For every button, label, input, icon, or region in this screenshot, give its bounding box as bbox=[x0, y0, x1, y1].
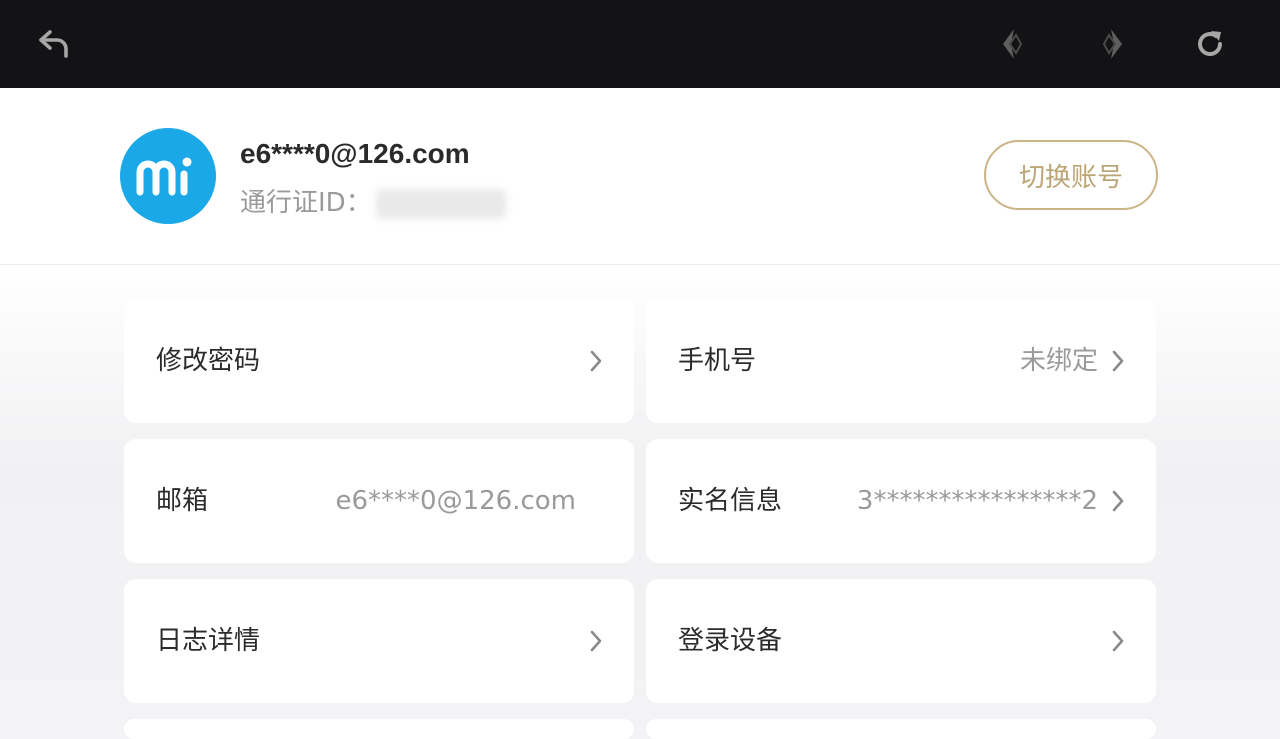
refresh-button[interactable] bbox=[1188, 22, 1232, 66]
passport-id: 通行证ID： bbox=[240, 182, 506, 219]
login-devices-label: 登录设备 bbox=[678, 626, 783, 656]
back-button[interactable] bbox=[33, 22, 77, 66]
change-password-card[interactable]: 修改密码 bbox=[124, 299, 634, 423]
real-name-value: 3****************2 bbox=[856, 486, 1098, 516]
passport-id-redacted bbox=[375, 188, 506, 219]
mi-logo-icon bbox=[136, 157, 192, 196]
chevron-right-icon bbox=[590, 630, 602, 652]
log-details-card[interactable]: 日志详情 bbox=[124, 579, 634, 703]
chevron-right-icon bbox=[590, 350, 602, 372]
refresh-icon bbox=[1198, 31, 1222, 56]
next-diamond-icon bbox=[1102, 29, 1122, 59]
real-name-card[interactable]: 实名信息 3****************2 bbox=[646, 439, 1156, 563]
prev-button[interactable] bbox=[992, 22, 1036, 66]
back-arrow-icon bbox=[39, 30, 68, 58]
next-button[interactable] bbox=[1089, 22, 1133, 66]
email-label: 邮箱 bbox=[156, 486, 209, 516]
phone-label: 手机号 bbox=[678, 346, 757, 376]
top-toolbar bbox=[0, 0, 1280, 88]
avatar bbox=[120, 128, 216, 224]
email-card[interactable]: 邮箱 e6****0@126.com bbox=[124, 439, 634, 563]
next-card-partial[interactable] bbox=[124, 719, 634, 739]
passport-label: 通行证ID： bbox=[240, 188, 372, 218]
login-devices-card[interactable]: 登录设备 bbox=[646, 579, 1156, 703]
prev-diamond-icon bbox=[1003, 29, 1023, 59]
phone-card[interactable]: 手机号 未绑定 bbox=[646, 299, 1156, 423]
account-email: e6****0@126.com bbox=[240, 138, 470, 169]
phone-value: 未绑定 bbox=[1019, 346, 1098, 376]
next-card-partial[interactable] bbox=[646, 719, 1156, 739]
chevron-right-icon bbox=[1112, 630, 1124, 652]
real-name-label: 实名信息 bbox=[678, 486, 783, 516]
switch-account-button[interactable]: 切换账号 bbox=[984, 140, 1158, 210]
chevron-right-icon bbox=[1112, 350, 1124, 372]
log-details-label: 日志详情 bbox=[156, 626, 261, 656]
account-header: e6****0@126.com 通行证ID： 切换账号 bbox=[0, 88, 1280, 265]
chevron-right-icon bbox=[1112, 490, 1124, 512]
email-value: e6****0@126.com bbox=[335, 486, 577, 516]
change-password-label: 修改密码 bbox=[156, 346, 261, 376]
settings-grid: 修改密码 手机号 未绑定 邮箱 e6****0@126.com 实名信息 3**… bbox=[0, 265, 1280, 739]
